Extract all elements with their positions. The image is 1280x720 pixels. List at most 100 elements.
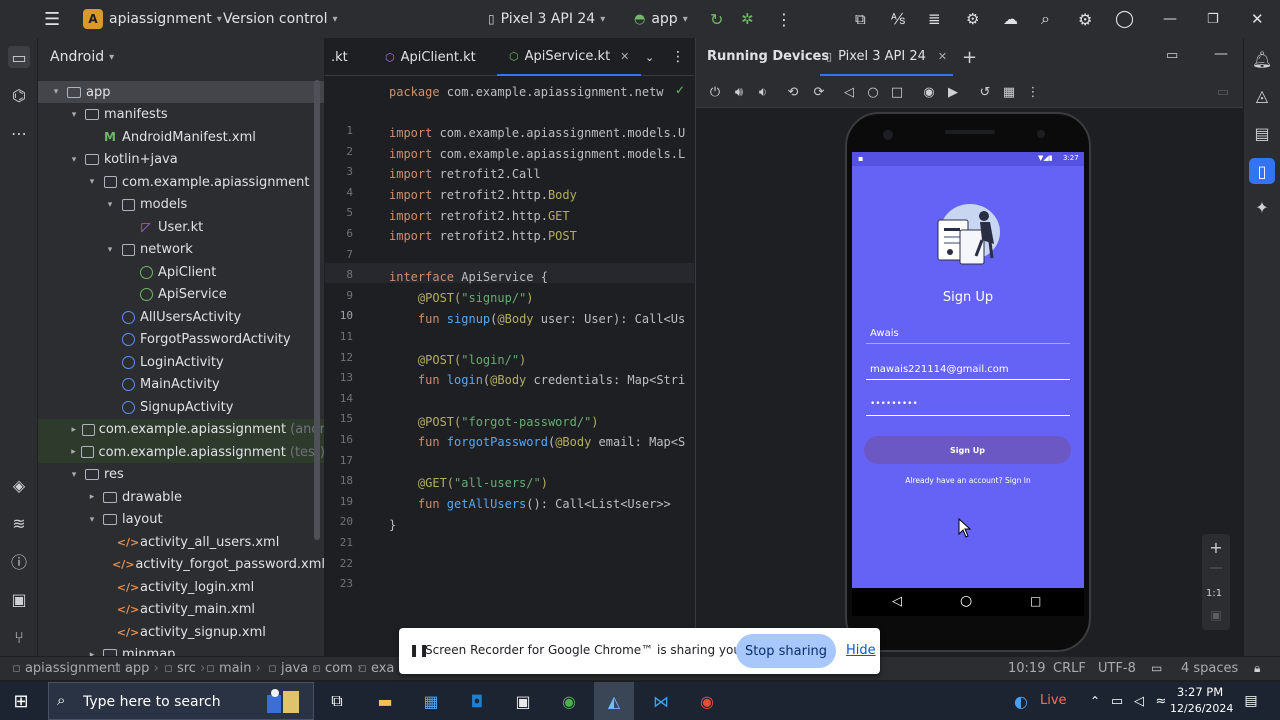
back-icon[interactable]: ◁ xyxy=(840,83,858,101)
git-icon[interactable]: ⑂ xyxy=(8,626,30,648)
volume-up-icon[interactable]: 🔊︎ xyxy=(730,83,748,101)
settings-gear-icon[interactable]: ⚙ xyxy=(1078,0,1092,38)
breadcrumb-item[interactable]: ▫ com › xyxy=(312,661,362,676)
editor-tab-partial[interactable]: .kt xyxy=(331,38,348,76)
structure-icon[interactable]: ⌬ xyxy=(8,84,30,106)
code-line[interactable]: import retrofit2.Call xyxy=(389,167,541,181)
sparkle-icon[interactable]: ✦ xyxy=(1251,196,1273,218)
code-line[interactable]: } xyxy=(389,518,396,532)
restore-icon[interactable]: ❐ xyxy=(1207,0,1219,38)
file-encoding[interactable]: UTF-8 xyxy=(1098,661,1136,676)
zoom-out-icon[interactable]: — xyxy=(1208,560,1224,576)
mirror-icon[interactable]: ▭ xyxy=(1214,83,1232,101)
clock-date[interactable]: 12/26/2024 xyxy=(1170,702,1233,715)
breadcrumb-item[interactable]: ▫ src › xyxy=(164,661,205,676)
outlook-icon[interactable]: ◘ xyxy=(464,689,490,713)
code-line[interactable]: @POST("signup/") xyxy=(389,291,534,305)
tree-item[interactable]: </> activity_main.xml xyxy=(38,599,324,621)
windows-start-icon[interactable]: ⊞ xyxy=(8,689,34,713)
signin-link[interactable]: Already have an account? Sign In xyxy=(852,476,1084,485)
tabs-dropdown-icon[interactable]: ⌄ xyxy=(645,38,654,76)
device-tab[interactable]: ▯ Pixel 3 API 24 ✕ xyxy=(820,38,954,76)
terminal-icon[interactable]: ▣ xyxy=(8,588,30,610)
project-folder-icon[interactable]: ▭ xyxy=(8,46,30,68)
chevron-right-icon[interactable]: ▸ xyxy=(70,447,78,457)
hide-link[interactable]: Hide xyxy=(846,643,876,658)
breadcrumb-item[interactable]: ▫ java › xyxy=(268,661,318,676)
nav-home-icon[interactable]: ○ xyxy=(960,593,972,609)
volume-down-icon[interactable]: 🔉︎ xyxy=(754,83,772,101)
zoom-in-icon[interactable]: + xyxy=(1208,538,1224,557)
project-switcher[interactable]: A apiassignment ▾ xyxy=(83,0,222,38)
code-line[interactable]: import com.example.apiassignment.models.… xyxy=(389,126,685,140)
email-field[interactable]: mawais221114@gmail.com xyxy=(866,360,1070,380)
device-selector[interactable]: ▯ Pixel 3 API 24 ▾ xyxy=(488,0,605,38)
code-line[interactable]: fun getAllUsers(): Call<List<User>> xyxy=(389,497,671,511)
device-file-icon[interactable]: ▤ xyxy=(1251,122,1273,144)
no-problems-check-icon[interactable]: ✓ xyxy=(675,83,685,97)
more-icon[interactable]: ⋮ xyxy=(776,0,792,38)
terminal-app-icon[interactable]: ▣ xyxy=(510,689,536,713)
hide-panel-icon[interactable]: — xyxy=(1214,46,1228,62)
code-line[interactable]: import retrofit2.http.GET xyxy=(389,209,570,223)
sdk-manager-icon[interactable]: ⚙ xyxy=(966,0,979,38)
chevron-down-icon[interactable]: ▾ xyxy=(86,515,98,525)
notification-center-icon[interactable]: ▤ xyxy=(1238,689,1264,713)
editorconfig-icon[interactable]: ▭ xyxy=(1151,661,1162,675)
task-view-icon[interactable]: ⧉ xyxy=(324,689,350,713)
more-tools-icon[interactable]: ⋯ xyxy=(8,122,30,144)
chevron-down-icon[interactable]: ▾ xyxy=(104,200,116,210)
signup-button[interactable]: Sign Up xyxy=(864,436,1071,464)
search-icon[interactable]: ⌕ xyxy=(1041,0,1050,38)
weather-live[interactable]: Live xyxy=(1040,693,1067,708)
taskbar-search-box[interactable]: ⌕ Type here to search xyxy=(48,682,314,720)
code-line[interactable]: fun signup(@Body user: User): Call<Us xyxy=(389,312,685,326)
gradle-icon[interactable]: ◈ xyxy=(8,474,30,496)
tree-item[interactable]: </> activity_login.xml xyxy=(38,576,324,598)
code-line[interactable]: package com.example.apiassignment.netw xyxy=(389,85,664,99)
code-line[interactable]: import retrofit2.http.Body xyxy=(389,188,577,202)
name-field[interactable]: Awais xyxy=(866,324,1070,344)
running-devices-icon[interactable]: ▯ xyxy=(1249,158,1275,184)
lock-icon[interactable]: 🔒︎ xyxy=(1254,661,1260,676)
tree-item[interactable]: ▾ models xyxy=(38,194,324,216)
android-studio-taskbar-icon[interactable]: ◭ xyxy=(594,682,634,720)
vscode-icon[interactable]: ⋈ xyxy=(648,689,674,713)
chrome-recorder-icon[interactable]: ◉ xyxy=(694,689,720,713)
tree-item[interactable]: ▾ layout xyxy=(38,509,324,531)
overview-icon[interactable]: □ xyxy=(888,83,906,101)
fit-screen-icon[interactable]: ▣ xyxy=(1208,608,1224,622)
code-line[interactable]: interface ApiService { xyxy=(389,270,548,284)
rotate-right-icon[interactable]: ⟳ xyxy=(810,83,828,101)
editor-tab-apiclient[interactable]: ⬡ ApiClient.kt xyxy=(385,38,476,76)
editor-tab-apiservice[interactable]: ⬡ ApiService.kt ✕ xyxy=(497,38,642,76)
tree-item[interactable]: MainActivity xyxy=(38,374,324,396)
stop-sharing-button[interactable]: Stop sharing xyxy=(736,634,836,668)
close-icon[interactable]: ✕ xyxy=(1251,0,1264,38)
logcat-icon[interactable]: ≋ xyxy=(8,512,30,534)
breadcrumb-item[interactable]: ▫ exa xyxy=(358,661,394,676)
code-line[interactable]: import retrofit2.http.POST xyxy=(389,229,577,243)
code-line[interactable]: import com.example.apiassignment.models.… xyxy=(389,147,685,161)
device-manager-icon[interactable]: ⧉ xyxy=(855,0,866,38)
close-tab-icon[interactable]: ✕ xyxy=(620,50,629,63)
screenshot-icon[interactable]: ◉ xyxy=(920,83,938,101)
run-config-selector[interactable]: ◓ app ▾ xyxy=(634,0,688,38)
close-tab-icon[interactable]: ✕ xyxy=(938,50,947,63)
power-icon[interactable]: ⏻ xyxy=(706,83,724,101)
notifications-icon[interactable]: 🔔︎ xyxy=(1251,48,1273,70)
screen-record-icon[interactable]: ▶ xyxy=(944,83,962,101)
minimize-icon[interactable]: — xyxy=(1163,0,1177,38)
tree-item[interactable]: LoginActivity xyxy=(38,351,324,373)
more-icon[interactable]: ⋮ xyxy=(1024,83,1042,101)
add-device-icon[interactable]: + xyxy=(962,47,977,68)
gemini-icon[interactable]: ◬ xyxy=(1251,84,1273,106)
tree-item[interactable]: ▾ network xyxy=(38,239,324,261)
tree-item[interactable]: ▸ com.example.apiassignment (andr xyxy=(38,418,324,441)
tree-item[interactable]: </> activity_forgot_password.xml xyxy=(38,554,324,576)
reset-icon[interactable]: ↺ xyxy=(976,83,994,101)
nav-overview-icon[interactable]: □ xyxy=(1030,594,1041,608)
tree-item[interactable]: ApiClient xyxy=(38,261,324,283)
tree-item[interactable]: </> activity_signup.xml xyxy=(38,621,324,643)
tree-item[interactable]: AllUsersActivity xyxy=(38,306,324,328)
